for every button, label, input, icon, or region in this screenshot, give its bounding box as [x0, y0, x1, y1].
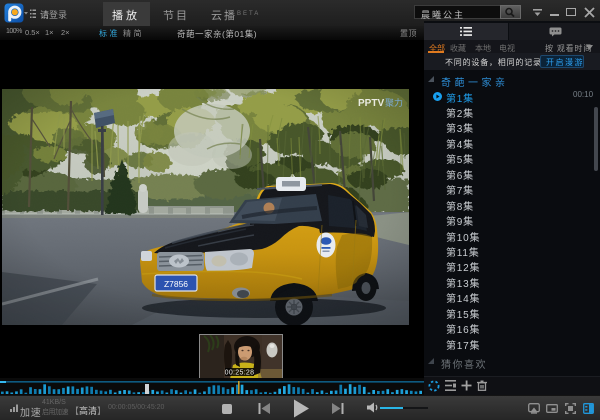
- svg-text:00:25:28: 00:25:28: [225, 370, 255, 377]
- svg-text:PPTV: PPTV: [358, 98, 384, 109]
- svg-text:聚力: 聚力: [385, 97, 403, 108]
